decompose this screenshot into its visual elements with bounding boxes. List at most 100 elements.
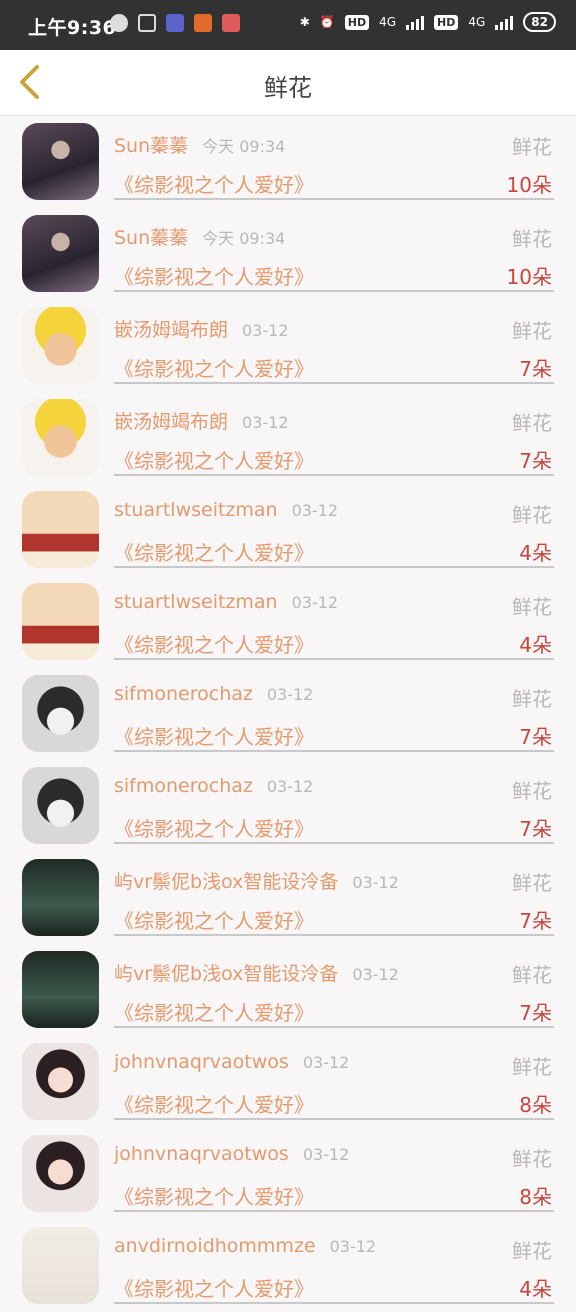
divider (114, 1302, 554, 1304)
gift-type: 鲜花 (512, 595, 552, 619)
gift-count: 4朵 (519, 1277, 552, 1301)
avatar[interactable] (22, 583, 99, 660)
gift-type: 鲜花 (512, 1147, 552, 1171)
gift-type: 鲜花 (512, 779, 552, 803)
book-title[interactable]: 《综影视之个人爱好》 (114, 721, 314, 750)
gift-date: 今天 09:34 (202, 137, 286, 156)
gift-date: 03-12 (302, 1145, 350, 1164)
gift-count: 7朵 (519, 909, 552, 933)
list-item[interactable]: 嵌汤姆竭布朗 03-12 鲜花 《综影视之个人爱好》 7朵 (0, 300, 576, 392)
page-title: 鲜花 (264, 74, 312, 102)
gift-date: 03-12 (302, 1053, 350, 1072)
network-label: 4G (468, 15, 486, 29)
list-item[interactable]: johnvnaqrvaotwos 03-12 鲜花 《综影视之个人爱好》 8朵 (0, 1128, 576, 1220)
gift-list: Sun蓁蓁 今天 09:34 鲜花 《综影视之个人爱好》 10朵 Sun蓁蓁 今天 … (0, 116, 576, 1312)
book-title[interactable]: 《综影视之个人爱好》 (114, 261, 314, 290)
divider (114, 474, 554, 476)
book-title[interactable]: 《综影视之个人爱好》 (114, 629, 314, 658)
book-title[interactable]: 《综影视之个人爱好》 (114, 169, 314, 198)
gift-type: 鲜花 (512, 871, 552, 895)
gift-date: 03-12 (242, 321, 289, 340)
avatar[interactable] (22, 859, 99, 936)
book-title[interactable]: 《综影视之个人爱好》 (114, 1089, 314, 1118)
avatar[interactable] (22, 951, 99, 1028)
hd-badge: HD (434, 14, 459, 30)
list-item[interactable]: stuartlwseitzman 03-12 鲜花 《综影视之个人爱好》 4朵 (0, 484, 576, 576)
user-name: Sun蓁蓁 (114, 227, 189, 249)
user-name: stuartlwseitzman (114, 591, 278, 613)
header-bar: 鲜花 (0, 50, 576, 116)
divider (114, 382, 554, 384)
book-title[interactable]: 《综影视之个人爱好》 (114, 1181, 314, 1210)
divider (114, 1118, 554, 1120)
bluetooth-icon: ✱ (299, 15, 310, 29)
avatar[interactable] (22, 1043, 99, 1120)
avatar[interactable] (22, 1227, 99, 1304)
user-name: 屿vr鬃伲b浅ox智能设泠备 (114, 963, 339, 985)
notification-icons (110, 14, 240, 32)
book-title[interactable]: 《综影视之个人爱好》 (114, 905, 314, 934)
gift-type: 鲜花 (512, 503, 552, 527)
gift-count: 7朵 (519, 1001, 552, 1025)
mi-icon (194, 14, 212, 32)
book-title[interactable]: 《综影视之个人爱好》 (114, 1273, 314, 1302)
app-icon (166, 14, 184, 32)
avatar[interactable] (22, 767, 99, 844)
list-item[interactable]: Sun蓁蓁 今天 09:34 鲜花 《综影视之个人爱好》 10朵 (0, 116, 576, 208)
gift-date: 今天 09:34 (202, 229, 286, 248)
gift-count: 4朵 (519, 541, 552, 565)
gift-date: 03-12 (266, 777, 314, 796)
avatar[interactable] (22, 399, 99, 476)
book-title[interactable]: 《综影视之个人爱好》 (114, 537, 314, 566)
book-title[interactable]: 《综影视之个人爱好》 (114, 997, 314, 1026)
user-name: 嵌汤姆竭布朗 (114, 411, 229, 433)
list-item[interactable]: sifmonerochaz 03-12 鲜花 《综影视之个人爱好》 7朵 (0, 668, 576, 760)
gift-date: 03-12 (291, 501, 339, 520)
avatar[interactable] (22, 1135, 99, 1212)
gift-count: 7朵 (519, 817, 552, 841)
avatar[interactable] (22, 307, 99, 384)
user-name: anvdirnoidhommmze (114, 1235, 316, 1257)
battery-indicator: 82 (523, 12, 556, 32)
user-name: johnvnaqrvaotwos (114, 1051, 289, 1073)
gift-date: 03-12 (291, 593, 339, 612)
wechat-icon (110, 14, 128, 32)
divider (114, 750, 554, 752)
user-name: sifmonerochaz (114, 683, 253, 705)
divider (114, 198, 554, 200)
alarm-icon: ⏰ (319, 15, 335, 29)
divider (114, 290, 554, 292)
gift-date: 03-12 (266, 685, 314, 704)
avatar[interactable] (22, 491, 99, 568)
status-right: ✱ ⏰ HD 4G HD 4G 82 (300, 12, 556, 32)
avatar[interactable] (22, 675, 99, 752)
divider (114, 842, 554, 844)
app-icon (222, 14, 240, 32)
status-bar: 上午9:36 ✱ ⏰ HD 4G HD 4G 82 (0, 0, 576, 50)
divider (114, 1026, 554, 1028)
book-title[interactable]: 《综影视之个人爱好》 (114, 353, 314, 382)
book-title[interactable]: 《综影视之个人爱好》 (114, 813, 314, 842)
user-name: sifmonerochaz (114, 775, 253, 797)
gift-date: 03-12 (352, 965, 399, 984)
avatar[interactable] (22, 123, 99, 200)
gift-type: 鲜花 (512, 319, 552, 343)
list-item[interactable]: 嵌汤姆竭布朗 03-12 鲜花 《综影视之个人爱好》 7朵 (0, 392, 576, 484)
list-item[interactable]: Sun蓁蓁 今天 09:34 鲜花 《综影视之个人爱好》 10朵 (0, 208, 576, 300)
gift-type: 鲜花 (512, 687, 552, 711)
list-item[interactable]: 屿vr鬃伲b浅ox智能设泠备 03-12 鲜花 《综影视之个人爱好》 7朵 (0, 852, 576, 944)
gift-type: 鲜花 (512, 135, 552, 159)
gift-date: 03-12 (329, 1237, 377, 1256)
list-item[interactable]: johnvnaqrvaotwos 03-12 鲜花 《综影视之个人爱好》 8朵 (0, 1036, 576, 1128)
user-name: johnvnaqrvaotwos (114, 1143, 289, 1165)
list-item[interactable]: anvdirnoidhommmze 03-12 鲜花 《综影视之个人爱好》 4朵 (0, 1220, 576, 1312)
divider (114, 1210, 554, 1212)
gift-count: 7朵 (519, 725, 552, 749)
book-title[interactable]: 《综影视之个人爱好》 (114, 445, 314, 474)
gift-count: 10朵 (506, 173, 552, 197)
avatar[interactable] (22, 215, 99, 292)
list-item[interactable]: sifmonerochaz 03-12 鲜花 《综影视之个人爱好》 7朵 (0, 760, 576, 852)
list-item[interactable]: stuartlwseitzman 03-12 鲜花 《综影视之个人爱好》 4朵 (0, 576, 576, 668)
user-name: Sun蓁蓁 (114, 135, 189, 157)
list-item[interactable]: 屿vr鬃伲b浅ox智能设泠备 03-12 鲜花 《综影视之个人爱好》 7朵 (0, 944, 576, 1036)
